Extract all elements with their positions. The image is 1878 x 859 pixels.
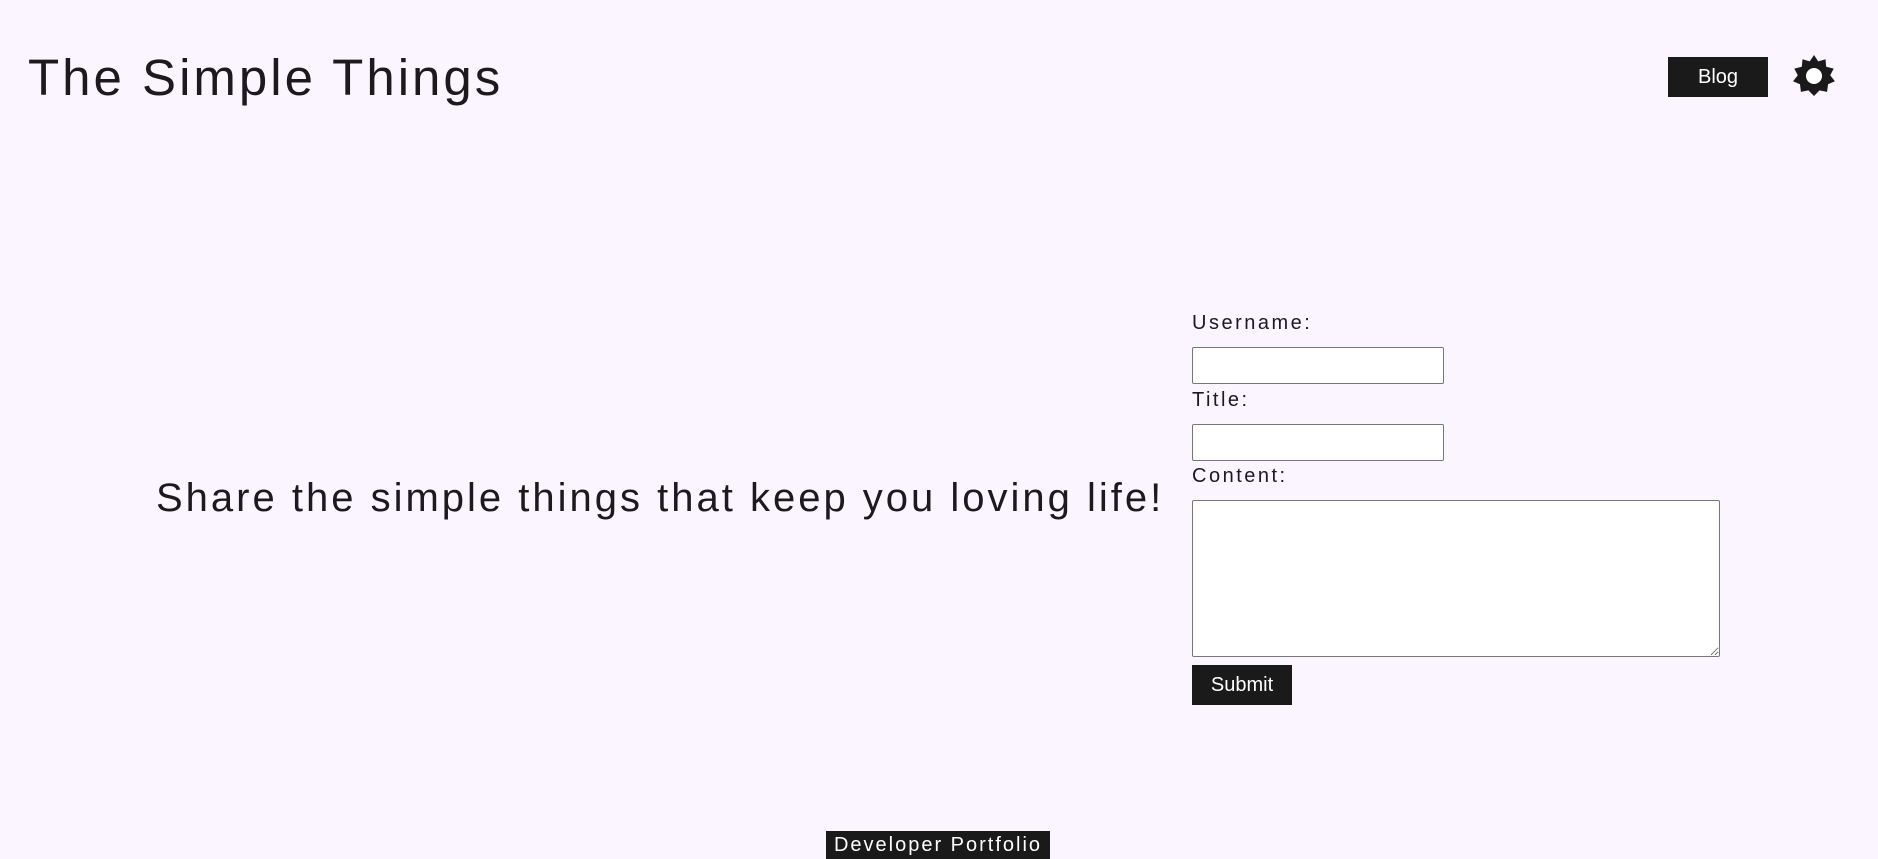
blog-button[interactable]: Blog bbox=[1668, 57, 1768, 97]
username-input[interactable] bbox=[1192, 347, 1444, 384]
site-title: The Simple Things bbox=[28, 49, 504, 106]
title-label: Title: bbox=[1192, 389, 1250, 411]
developer-portfolio-link[interactable]: Developer Portfolio bbox=[826, 831, 1050, 859]
content-textarea[interactable] bbox=[1192, 500, 1720, 657]
submit-button[interactable]: Submit bbox=[1192, 665, 1292, 705]
content-label: Content: bbox=[1192, 465, 1288, 487]
sun-icon bbox=[1793, 55, 1835, 96]
site-header: The Simple Things Blog bbox=[0, 0, 1878, 160]
username-label: Username: bbox=[1192, 312, 1313, 334]
tagline: Share the simple things that keep you lo… bbox=[156, 476, 1165, 520]
title-input[interactable] bbox=[1192, 424, 1444, 461]
theme-toggle-button[interactable] bbox=[1792, 55, 1836, 99]
